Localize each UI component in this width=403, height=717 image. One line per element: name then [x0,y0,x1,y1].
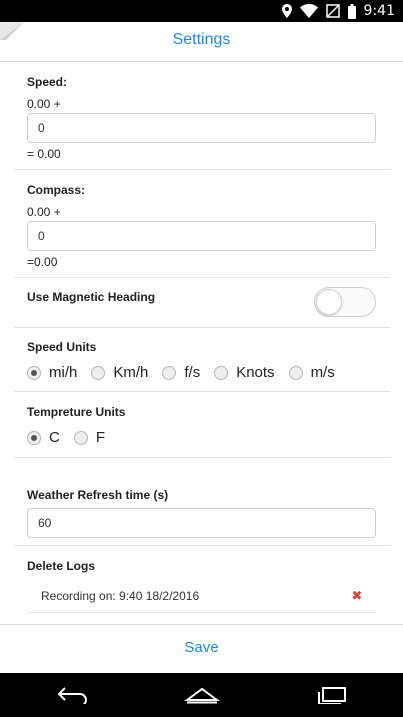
delete-logs-label: Delete Logs [27,559,96,573]
back-icon [57,687,87,704]
compass-offset-input[interactable] [27,221,376,251]
radio-checked-icon [27,365,41,380]
battery-icon [347,3,356,19]
magnetic-heading-label: Use Magnetic Heading [27,290,156,304]
recent-apps-button[interactable] [311,683,351,707]
speed-unit-option-mph[interactable]: mi/h [27,364,77,381]
weather-refresh-section: Weather Refresh time (s) [14,458,390,546]
weather-refresh-label: Weather Refresh time (s) [27,488,169,502]
speed-unit-option-fs[interactable]: f/s [162,364,200,381]
temperature-unit-label: C [49,429,60,446]
speed-units-label: Speed Units [27,340,97,354]
settings-content: Speed: 0.00 + = 0.00 Compass: 0.00 + =0.… [0,62,403,624]
delete-logs-section: Delete Logs Recording on: 9:40 18/2/2016… [14,546,390,624]
speed-offset-input[interactable] [27,113,376,143]
status-icons: 9:41 [281,2,395,20]
radio-icon [288,365,303,380]
home-icon [184,687,220,704]
radio-icon [91,365,106,380]
settings-header: Settings [0,22,403,62]
home-button[interactable] [182,683,222,707]
page-title: Settings [172,31,231,48]
speed-unit-option-kmh[interactable]: Km/h [91,364,148,381]
log-item-text: Recording on: 9:40 18/2/2016 [41,589,200,603]
back-button[interactable] [53,683,93,707]
radio-icon [73,430,88,445]
weather-refresh-input[interactable] [27,508,376,538]
radio-icon [214,365,229,380]
speed-label: Speed: [27,75,68,89]
speed-unit-option-ms[interactable]: m/s [288,364,335,381]
temperature-unit-label: F [95,429,106,446]
speed-unit-label: mi/h [49,364,78,381]
magnetic-heading-toggle[interactable] [314,287,376,317]
location-icon [281,4,292,18]
save-bar: Save [0,624,403,670]
system-nav-bar [0,673,403,717]
magnetic-heading-section: Use Magnetic Heading [14,278,390,328]
compass-section: Compass: 0.00 + =0.00 [14,170,390,278]
status-time: 9:41 [363,3,395,19]
wifi-icon [299,4,318,18]
temperature-units-label: Tempreture Units [27,405,126,419]
speed-unit-label: f/s [184,364,201,381]
toggle-knob [316,289,342,315]
radio-checked-icon [27,430,41,445]
speed-result: = 0.00 [27,147,61,161]
mute-icon [325,4,340,18]
speed-unit-option-knots[interactable]: Knots [214,364,275,381]
compass-result: =0.00 [27,255,58,269]
speed-unit-label: Km/h [113,364,149,381]
temperature-unit-option-c[interactable]: C [27,429,60,446]
temperature-units-section: Tempreture Units C F [14,392,390,458]
speed-section: Speed: 0.00 + = 0.00 [14,62,390,170]
temperature-units-options: C F [27,429,119,446]
speed-unit-label: m/s [310,364,335,381]
status-bar: 9:41 [0,0,403,22]
temperature-unit-option-f[interactable]: F [73,429,106,446]
radio-icon [162,365,177,380]
speed-unit-label: Knots [236,364,275,381]
compass-label: Compass: [27,183,86,197]
delete-icon[interactable]: ✖ [350,589,364,603]
speed-prefix: 0.00 + [27,97,61,111]
log-row: Recording on: 9:40 18/2/2016 ✖ [27,581,376,613]
recent-apps-icon [318,687,346,704]
speed-units-options: mi/h Km/h f/s Knots m/s [27,364,349,381]
compass-prefix: 0.00 + [27,205,61,219]
speed-units-section: Speed Units mi/h Km/h f/s Knots m/s [14,328,390,392]
save-button[interactable]: Save [0,639,403,656]
